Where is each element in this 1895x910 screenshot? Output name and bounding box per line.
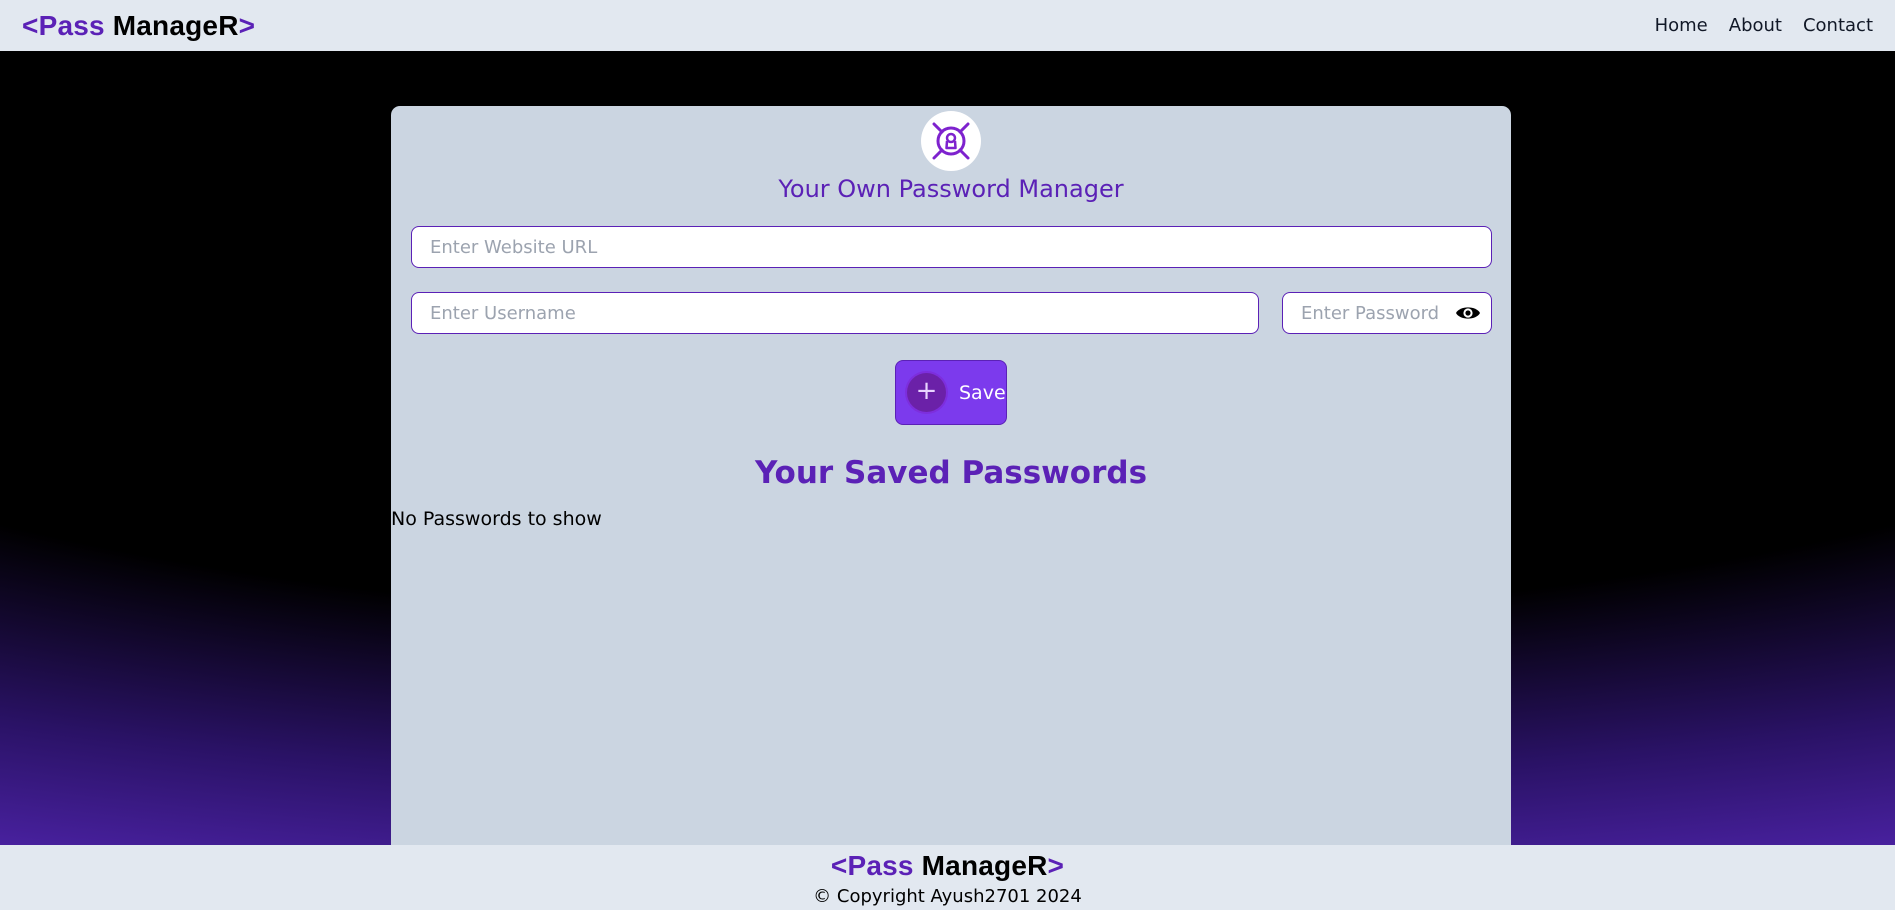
logo-manager: ManageR [104, 9, 239, 41]
card-title: Your Own Password Manager [778, 175, 1124, 203]
eye-icon[interactable] [1455, 302, 1481, 324]
saved-passwords-heading: Your Saved Passwords [754, 455, 1148, 491]
footer-logo-manager: ManageR [913, 850, 1048, 881]
footer-logo-open-bracket: < [830, 850, 848, 881]
navbar: < Pass ManageR > Home About Contact [0, 0, 1895, 51]
save-button[interactable]: + Save [895, 360, 1007, 425]
plus-icon: + [907, 373, 946, 412]
brand-logo[interactable]: < Pass ManageR > [22, 10, 255, 42]
logo-open-bracket: < [22, 9, 39, 41]
empty-passwords-message: No Passwords to show [391, 508, 602, 530]
nav-links: Home About Contact [1655, 15, 1873, 36]
password-manager-card: Your Own Password Manager + Save Your Sa… [391, 106, 1511, 846]
logo-pass: Pass [38, 9, 105, 41]
footer-logo: < Pass ManageR > [831, 850, 1064, 882]
nav-about-link[interactable]: About [1729, 15, 1782, 36]
brand-icon-badge [921, 111, 981, 171]
logo-close-bracket: > [238, 9, 256, 41]
lock-target-icon [932, 122, 970, 160]
footer-logo-pass: Pass [847, 850, 914, 881]
footer-logo-close-bracket: > [1047, 850, 1065, 881]
username-input[interactable] [411, 292, 1259, 334]
nav-contact-link[interactable]: Contact [1803, 15, 1873, 36]
website-url-input[interactable] [411, 226, 1492, 268]
copyright-text: © Copyright Ayush2701 2024 [813, 886, 1082, 907]
footer: < Pass ManageR > © Copyright Ayush2701 2… [0, 845, 1895, 910]
nav-home-link[interactable]: Home [1655, 15, 1708, 36]
save-button-label: Save [959, 381, 1006, 404]
